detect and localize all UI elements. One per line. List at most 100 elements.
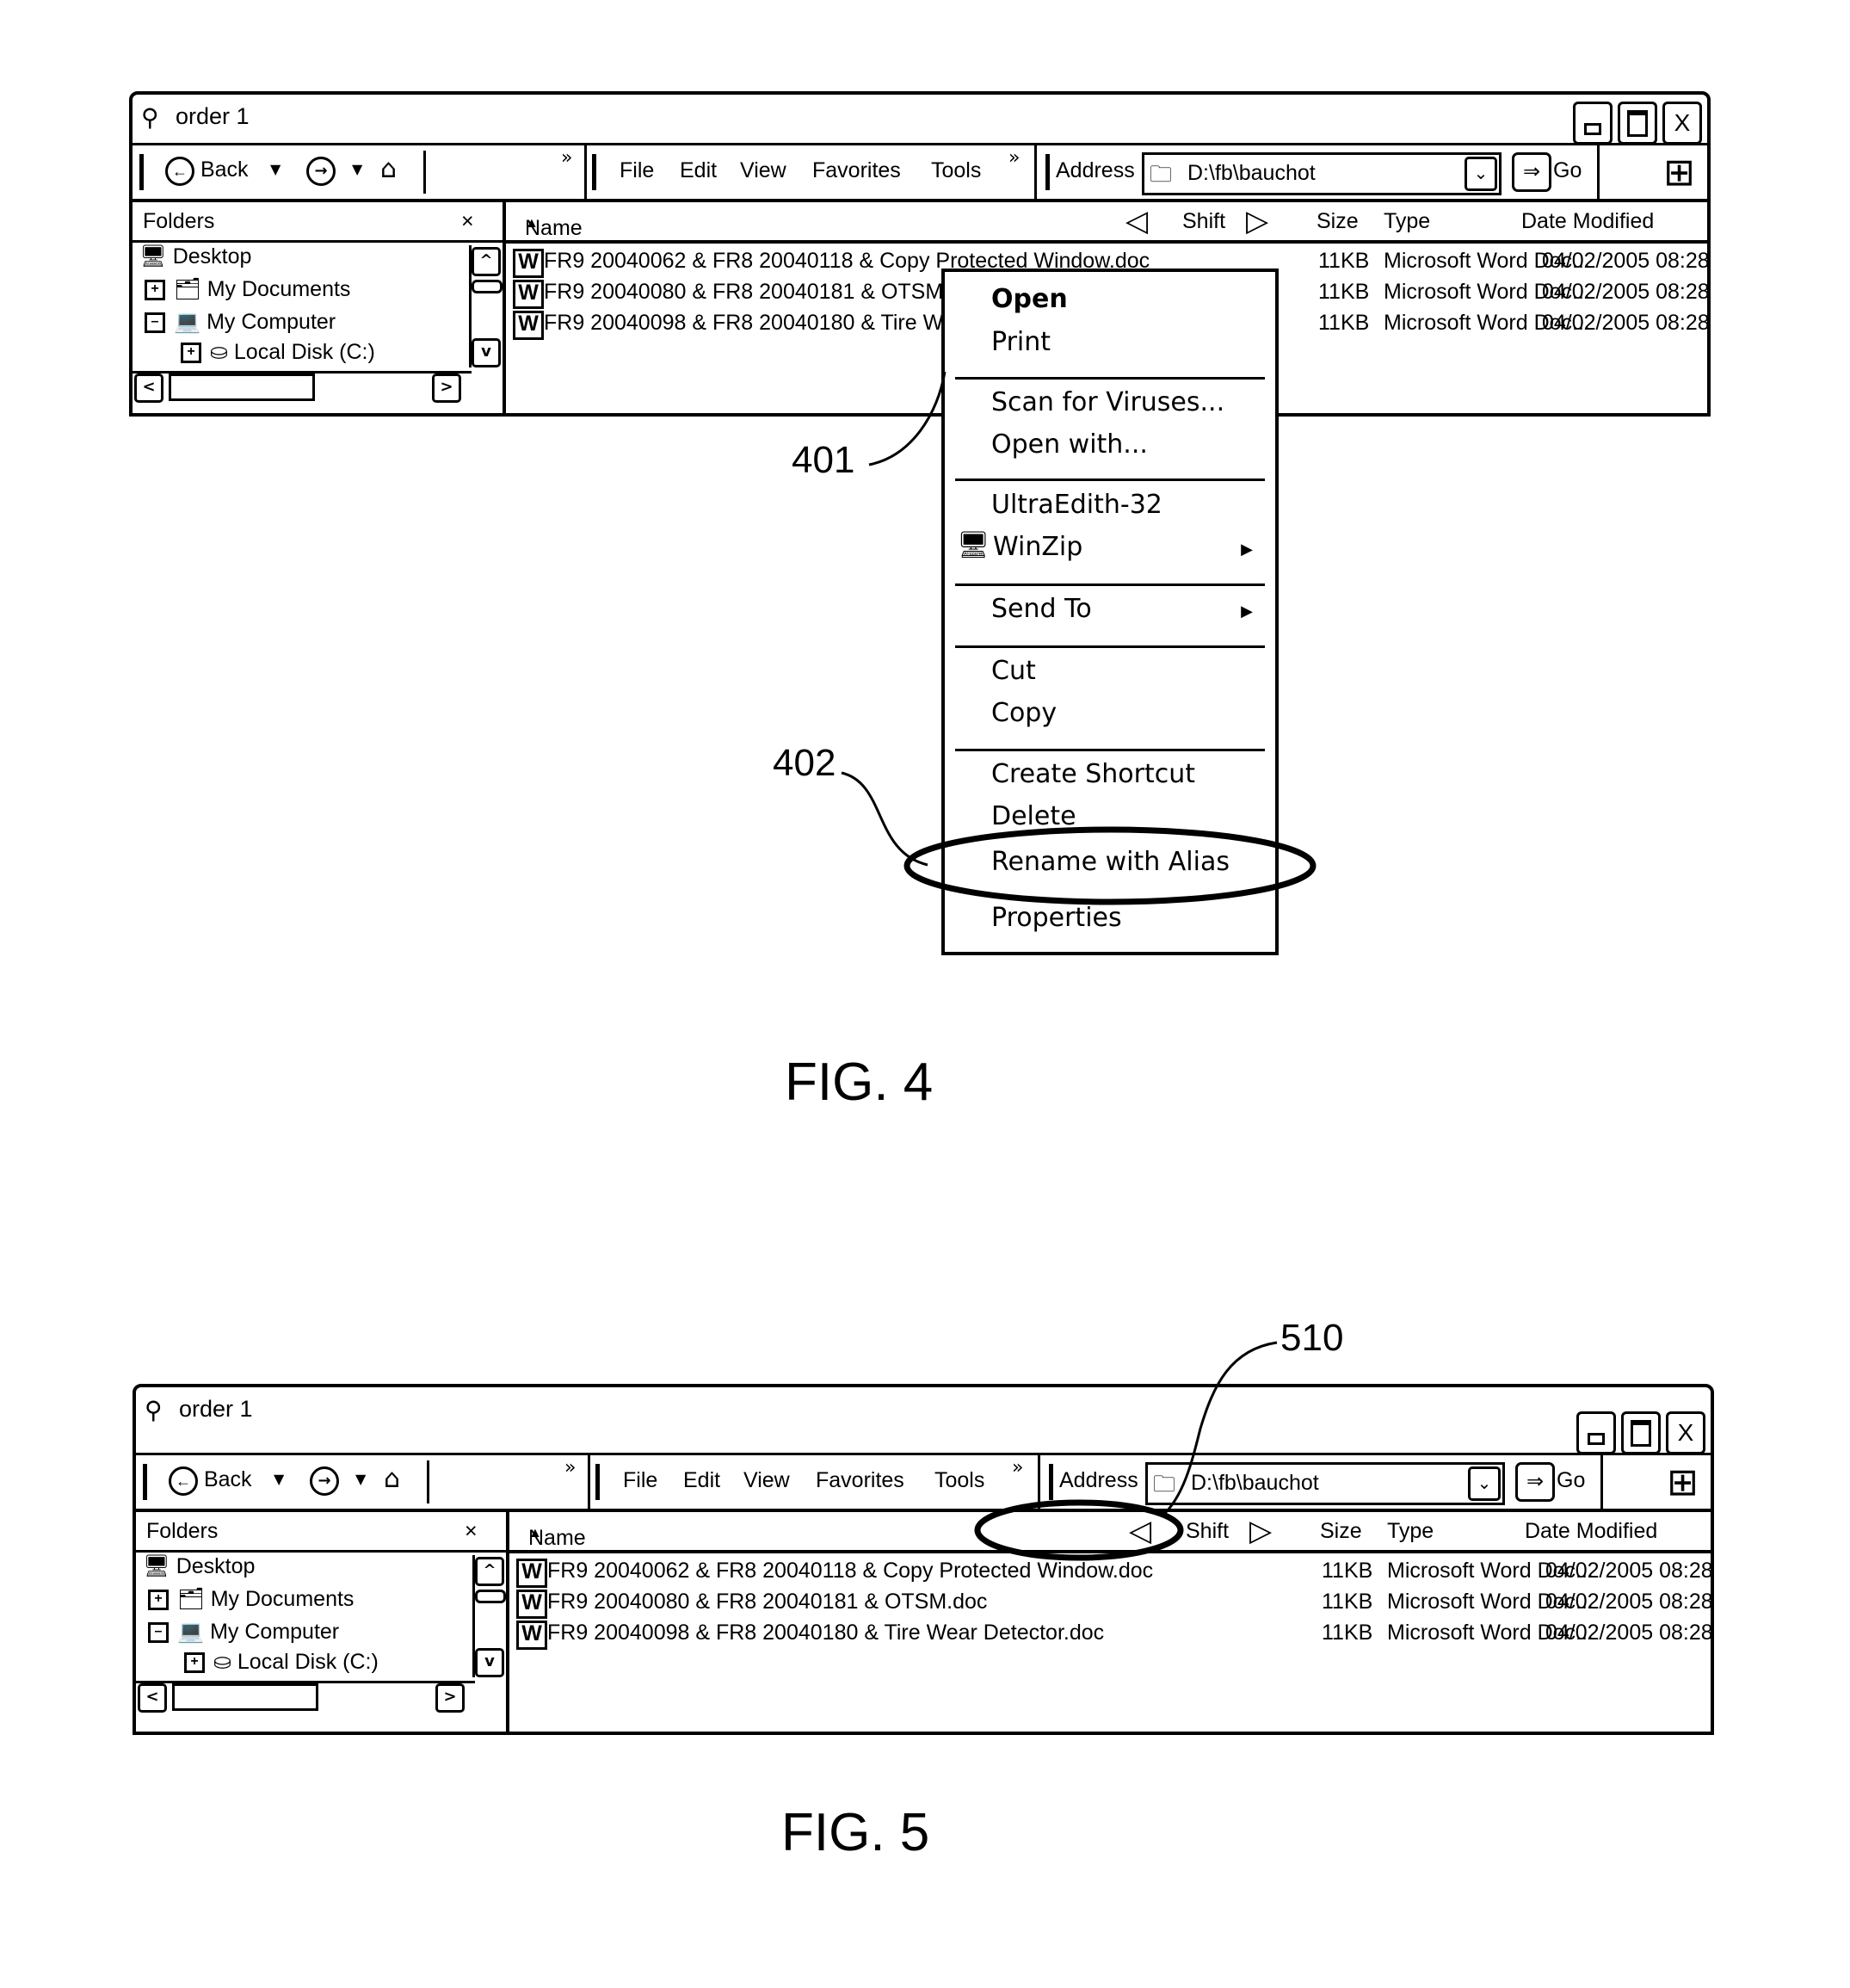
column-size[interactable]: Size (1317, 209, 1359, 234)
scroll-right-button[interactable]: > (432, 374, 461, 403)
menu-item-delete[interactable]: Delete (991, 801, 1076, 831)
addressbar-grip[interactable] (1045, 154, 1050, 190)
shift-right-button[interactable]: ▷ (1249, 1514, 1272, 1548)
scroll-up-button[interactable]: ^ (472, 247, 501, 276)
minimize-button[interactable] (1573, 102, 1613, 145)
address-input[interactable]: 🗀 D:\fb\bauchot ⌄ (1142, 152, 1502, 195)
menu-item-open-with[interactable]: Open with... (991, 429, 1148, 460)
forward-dropdown-icon[interactable]: ▼ (355, 1471, 366, 1487)
go-arrow-icon[interactable]: ⇒ (1515, 1462, 1555, 1502)
scroll-left-button[interactable]: < (134, 374, 163, 403)
scroll-thumb[interactable] (169, 374, 315, 401)
menubar-grip[interactable] (595, 1464, 600, 1500)
back-dropdown-icon[interactable]: ▼ (274, 1471, 284, 1487)
menu-item-copy[interactable]: Copy (991, 698, 1057, 728)
vertical-scrollbar[interactable]: ^ v (472, 1555, 506, 1677)
menu-favorites[interactable]: Favorites (816, 1468, 904, 1493)
menu-favorites[interactable]: Favorites (812, 158, 901, 183)
forward-dropdown-icon[interactable]: ▼ (352, 161, 362, 177)
back-button[interactable]: ← Back (169, 1466, 252, 1496)
horizontal-scrollbar[interactable]: < > (136, 1681, 475, 1713)
folders-close-button[interactable]: × (461, 209, 474, 234)
tree-item-local-disk[interactable]: + ⛀ Local Disk (C:) (181, 339, 375, 365)
vertical-scrollbar[interactable]: ^ v (469, 245, 503, 367)
column-size[interactable]: Size (1320, 1519, 1362, 1544)
menubar-overflow-chevron[interactable]: » (1008, 147, 1020, 169)
menu-file[interactable]: File (620, 158, 654, 183)
up-folder-icon[interactable]: ⌂ (380, 154, 397, 184)
column-date-modified[interactable]: Date Modified (1521, 209, 1654, 234)
tree-item-my-computer[interactable]: – 💻 My Computer (145, 310, 336, 335)
back-dropdown-icon[interactable]: ▼ (270, 161, 281, 177)
scroll-thumb[interactable] (475, 1590, 506, 1603)
address-dropdown-button[interactable]: ⌄ (1465, 157, 1497, 191)
file-row[interactable]: W FR9 20040062 & FR8 20040118 & Copy Pro… (516, 1559, 1713, 1588)
file-row[interactable]: W FR9 20040080 & FR8 20040181 & OTSM.doc… (516, 1590, 1713, 1619)
toolbar-overflow-chevron[interactable]: » (564, 1457, 576, 1479)
expand-icon[interactable]: + (181, 343, 201, 364)
menu-item-open[interactable]: Open (991, 284, 1068, 314)
menu-item-print[interactable]: Print (991, 327, 1051, 357)
up-folder-icon[interactable]: ⌂ (384, 1464, 400, 1494)
file-row[interactable]: W FR9 20040098 & FR8 20040180 & Tire Wea… (516, 1621, 1713, 1650)
close-button[interactable]: X (1666, 1411, 1705, 1454)
tree-item-desktop[interactable]: 🖥 Desktop (139, 244, 251, 269)
menu-view[interactable]: View (740, 158, 786, 183)
menu-item-properties[interactable]: Properties (991, 903, 1122, 933)
maximize-button[interactable] (1621, 1411, 1661, 1454)
menu-item-rename-with-alias[interactable]: Rename with Alias (991, 847, 1230, 877)
column-date-modified[interactable]: Date Modified (1525, 1519, 1657, 1544)
expand-icon[interactable]: + (148, 1590, 169, 1611)
collapse-icon[interactable]: – (145, 312, 165, 334)
menu-tools[interactable]: Tools (934, 1468, 984, 1493)
tree-item-desktop[interactable]: 🖥 Desktop (143, 1554, 255, 1579)
menu-item-winzip[interactable]: WinZip (993, 532, 1082, 562)
menu-item-cut[interactable]: Cut (991, 656, 1036, 686)
back-button[interactable]: ← Back (165, 157, 249, 186)
maximize-button[interactable] (1618, 102, 1657, 145)
menu-item-create-shortcut[interactable]: Create Shortcut (991, 759, 1195, 789)
tree-item-my-documents[interactable]: + 🗂 My Documents (148, 1587, 354, 1612)
shift-left-button[interactable]: ◁ (1125, 204, 1148, 238)
horizontal-scrollbar[interactable]: < > (133, 371, 472, 403)
menu-edit[interactable]: Edit (680, 158, 717, 183)
column-type[interactable]: Type (1387, 1519, 1434, 1544)
expand-icon[interactable]: + (145, 280, 165, 301)
menu-item-ultraedit[interactable]: UltraEdith-32 (991, 490, 1162, 520)
menubar-overflow-chevron[interactable]: » (1012, 1457, 1023, 1479)
menubar-grip[interactable] (592, 154, 596, 190)
scroll-up-button[interactable]: ^ (475, 1557, 504, 1586)
tree-item-my-documents[interactable]: + 🗂 My Documents (145, 277, 350, 302)
scroll-thumb[interactable] (172, 1683, 318, 1711)
menu-item-send-to[interactable]: Send To (991, 594, 1092, 624)
go-button[interactable]: Go (1553, 158, 1582, 183)
shift-left-button[interactable]: ◁ (1129, 1514, 1151, 1548)
toolbar-grip[interactable] (143, 1464, 147, 1500)
minimize-button[interactable] (1576, 1411, 1616, 1454)
folders-close-button[interactable]: × (465, 1519, 478, 1544)
menu-item-scan-for-viruses[interactable]: Scan for Viruses... (991, 387, 1224, 417)
close-button[interactable]: X (1662, 102, 1702, 145)
scroll-down-button[interactable]: v (475, 1648, 504, 1677)
addressbar-grip[interactable] (1049, 1464, 1053, 1500)
menu-view[interactable]: View (743, 1468, 790, 1493)
menu-edit[interactable]: Edit (683, 1468, 720, 1493)
go-arrow-icon[interactable]: ⇒ (1512, 152, 1551, 192)
address-input[interactable]: 🗀 D:\fb\bauchot ⌄ (1145, 1462, 1505, 1505)
toolbar-grip[interactable] (139, 154, 144, 190)
collapse-icon[interactable]: – (148, 1622, 169, 1644)
tree-item-local-disk[interactable]: + ⛀ Local Disk (C:) (184, 1649, 379, 1675)
scroll-down-button[interactable]: v (472, 338, 501, 367)
menu-tools[interactable]: Tools (931, 158, 981, 183)
menu-file[interactable]: File (623, 1468, 657, 1493)
expand-icon[interactable]: + (184, 1652, 205, 1674)
scroll-left-button[interactable]: < (138, 1683, 167, 1713)
tree-item-my-computer[interactable]: – 💻 My Computer (148, 1620, 339, 1645)
scroll-right-button[interactable]: > (435, 1683, 465, 1713)
address-dropdown-button[interactable]: ⌄ (1468, 1466, 1501, 1501)
forward-button[interactable]: → (310, 1466, 339, 1496)
scroll-thumb[interactable] (472, 280, 503, 293)
shift-right-button[interactable]: ▷ (1246, 204, 1268, 238)
toolbar-overflow-chevron[interactable]: » (561, 147, 572, 169)
forward-button[interactable]: → (306, 157, 336, 186)
